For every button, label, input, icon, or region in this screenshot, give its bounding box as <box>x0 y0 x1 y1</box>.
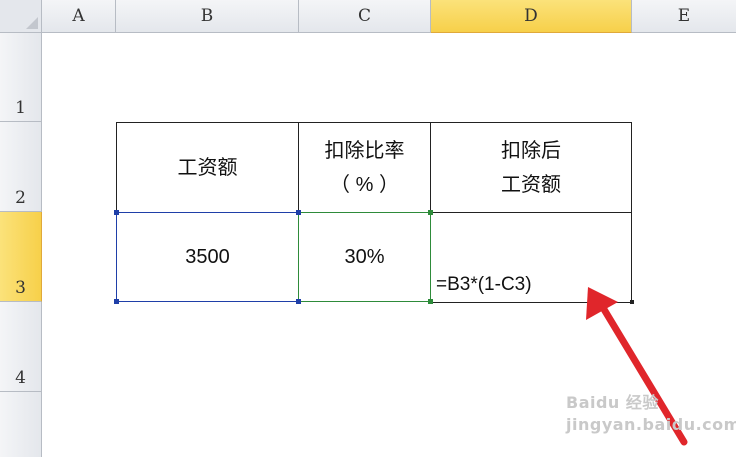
baidu-watermark: Baidu 经验 jingyan.baidu.com <box>566 392 736 442</box>
baidu-watermark-text: Baidu 经验 jingyan.baidu.com <box>566 393 736 434</box>
red-arrow-icon <box>586 287 688 446</box>
